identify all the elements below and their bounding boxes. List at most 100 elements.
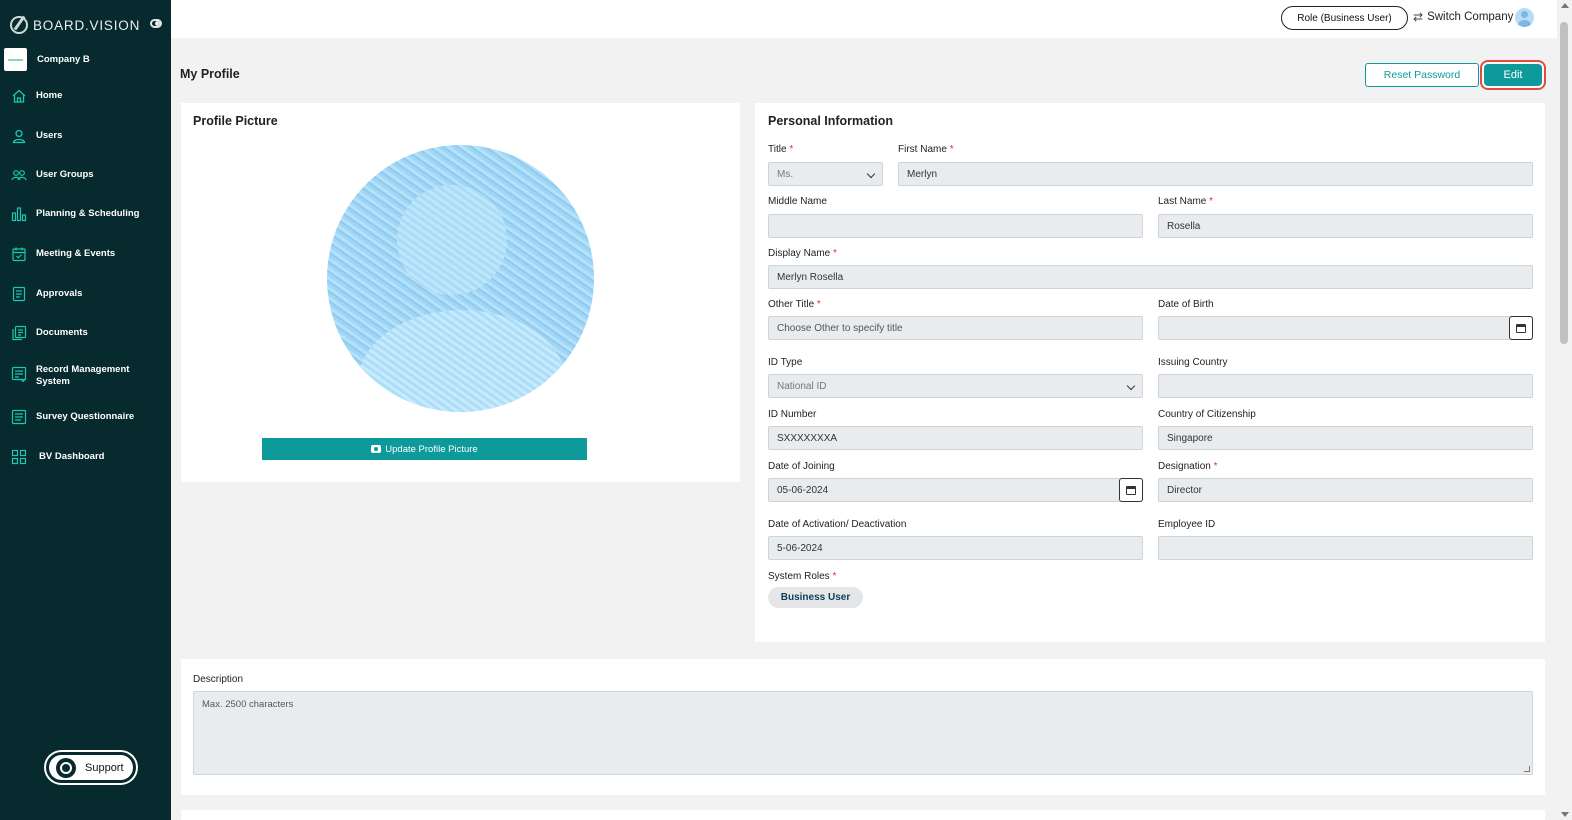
display-name-label: Display Name * [768,248,837,259]
documents-icon [11,325,27,341]
activation-label: Date of Activation/ Deactivation [768,519,907,530]
joining-date-field[interactable]: 05-06-2024 [768,478,1143,502]
board-vision-logo-icon [10,16,28,34]
sidebar-item-user-groups[interactable]: User Groups [0,167,171,183]
sidebar-item-documents[interactable]: Documents [0,325,171,341]
user-icon [11,128,27,144]
profile-picture [327,145,594,412]
first-name-field[interactable]: Merlyn [898,162,1533,186]
sidebar-item-label: Survey Questionnaire [36,411,135,422]
sidebar-item-label: Approvals [36,288,83,299]
records-icon [11,366,27,382]
middle-name-label: Middle Name [768,196,827,207]
title-select[interactable]: Ms. [768,162,883,186]
survey-icon [11,409,27,425]
last-name-field[interactable]: Rosella [1158,214,1533,238]
description-placeholder: Max. 2500 characters [202,699,294,710]
employee-id-label: Employee ID [1158,519,1216,530]
middle-name-field[interactable] [768,214,1143,238]
issuing-country-field[interactable] [1158,374,1533,398]
employee-id-field[interactable] [1158,536,1533,560]
sidebar-item-label: Record Management System [36,364,130,387]
bar-chart-icon [11,206,27,222]
other-title-field[interactable]: Choose Other to specify title [768,316,1143,340]
joining-label: Date of Joining [768,461,835,472]
dob-field[interactable] [1158,316,1533,340]
dob-calendar-button[interactable] [1509,316,1533,340]
company-name: Company B [37,54,90,65]
sidebar-item-users[interactable]: Users [0,128,171,144]
user-groups-icon [11,167,27,183]
avatar[interactable] [1515,8,1534,27]
scroll-thumb[interactable] [1560,22,1568,344]
company-logo [4,48,27,71]
resize-handle-icon[interactable] [1524,766,1530,772]
chevron-down-icon [866,169,876,179]
description-label: Description [193,674,244,685]
reset-password-button[interactable]: Reset Password [1365,63,1479,87]
display-name-field[interactable]: Merlyn Rosella [768,265,1533,289]
switch-company-link[interactable]: ⇄ Switch Company [1413,10,1513,24]
last-name-label: Last Name * [1158,196,1214,207]
sidebar-item-label: Home [36,90,63,101]
id-number-field[interactable]: SXXXXXXXA [768,426,1143,450]
sidebar-item-label: BV Dashboard [39,451,105,462]
sidebar-item-label: Meeting & Events [36,248,116,259]
edit-button[interactable]: Edit [1480,60,1546,90]
sidebar-item-home[interactable]: Home [0,88,171,104]
sidebar-item-label: Documents [36,327,88,338]
toggle-icon[interactable] [150,19,162,28]
calendar-check-icon [11,246,27,262]
other-title-label: Other Title * [768,299,821,310]
dob-label: Date of Birth [1158,299,1214,310]
issuing-country-label: Issuing Country [1158,357,1228,368]
calendar-icon [1516,323,1526,333]
sidebar-item-survey[interactable]: Survey Questionnaire [0,409,171,425]
designation-field[interactable]: Director [1158,478,1533,502]
calendar-icon [1126,485,1136,495]
role-button[interactable]: Role (Business User) [1281,6,1408,30]
sidebar-item-label: Users [36,130,63,141]
sidebar-item-planning-scheduling[interactable]: Planning & Scheduling [0,206,171,222]
approval-doc-icon [11,286,27,302]
personal-info-title: Personal Information [768,114,894,128]
sidebar-item-label: Planning & Scheduling [36,208,140,219]
support-label: Support [85,761,124,774]
citizenship-field[interactable]: Singapore [1158,426,1533,450]
scroll-up-arrow-icon[interactable] [1561,3,1569,8]
switch-arrows-icon: ⇄ [1413,10,1424,24]
top-bar: Role (Business User) ⇄ Switch Company [171,0,1557,38]
sidebar: BOARD.VISION Company B Home Users User G… [0,0,171,820]
id-type-select[interactable]: National ID [768,374,1143,398]
scrollbar[interactable] [1557,0,1572,820]
title-label: Title * [768,144,794,155]
profile-picture-title: Profile Picture [193,114,278,128]
designation-label: Designation * [1158,461,1218,472]
brand-name: BOARD.VISION [33,17,141,33]
update-profile-picture-label: Update Profile Picture [385,443,478,455]
switch-company-label: Switch Company [1427,11,1514,23]
joining-calendar-button[interactable] [1119,478,1143,502]
edit-label: Edit [1484,64,1542,86]
update-profile-picture-button[interactable]: Update Profile Picture [262,438,587,460]
sidebar-item-approvals[interactable]: Approvals [0,286,171,302]
system-roles-label: System Roles * [768,571,837,582]
system-role-chip: Business User [768,587,863,608]
activation-date-field[interactable]: 5-06-2024 [768,536,1143,560]
page-title: My Profile [180,67,240,81]
camera-icon [371,445,382,453]
dashboard-grid-icon [11,449,27,465]
description-textarea[interactable]: Max. 2500 characters [193,691,1533,775]
sidebar-item-bv-dashboard[interactable]: BV Dashboard [0,449,171,465]
first-name-label: First Name * [898,144,954,155]
sidebar-item-meeting-events[interactable]: Meeting & Events [0,246,171,262]
support-button[interactable]: Support [46,752,136,783]
sidebar-item-label: User Groups [36,169,94,180]
brand-logo[interactable]: BOARD.VISION [10,14,140,36]
company-selector[interactable]: Company B [4,48,90,71]
scroll-down-arrow-icon[interactable] [1561,812,1569,817]
next-card [181,810,1545,820]
sidebar-item-record-management[interactable]: Record Management System [0,364,171,388]
home-icon [11,88,27,104]
id-number-label: ID Number [768,409,817,420]
